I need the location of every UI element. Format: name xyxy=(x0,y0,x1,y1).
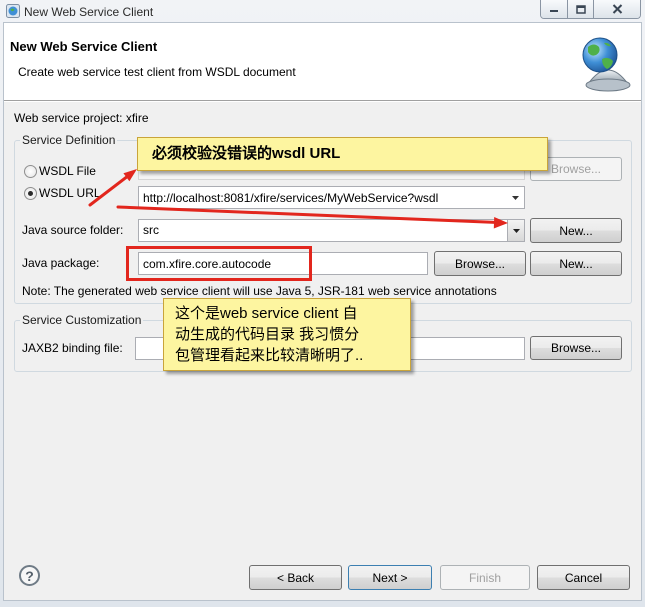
window-title: New Web Service Client xyxy=(24,5,154,19)
callout-line: 这个是web service client 自 xyxy=(175,305,358,322)
wsdl-url-radio[interactable]: WSDL URL xyxy=(24,186,124,202)
callout-line: 包管理看起来比较清晰明了.. xyxy=(175,347,364,364)
jaxb2-binding-file-label: JAXB2 binding file: xyxy=(22,341,123,355)
title-bar[interactable]: New Web Service Client xyxy=(0,0,645,22)
cancel-button[interactable]: Cancel xyxy=(537,565,630,590)
wsdl-file-radio-button[interactable] xyxy=(24,165,37,178)
wsdl-url-label: WSDL URL xyxy=(39,186,101,200)
java-source-folder-value: src xyxy=(143,223,159,237)
new-web-service-client-dialog: New Web Service Client New Web Service C… xyxy=(0,0,645,607)
java-package-label: Java package: xyxy=(22,256,100,270)
java-source-folder-label: Java source folder: xyxy=(22,223,124,237)
source-folder-new-button[interactable]: New... xyxy=(530,218,622,243)
minimize-button[interactable] xyxy=(541,0,568,18)
wsdl-url-combo[interactable] xyxy=(138,186,525,209)
java5-note: Note: The generated web service client w… xyxy=(22,284,497,298)
page-title: New Web Service Client xyxy=(10,39,158,54)
wsdl-url-callout: 必须校验没错误的wsdl URL xyxy=(137,137,548,171)
web-service-globe-icon xyxy=(576,34,632,94)
help-icon[interactable]: ? xyxy=(19,565,40,586)
button-bar: ? < Back Next > Finish Cancel xyxy=(0,560,645,595)
next-button[interactable]: Next > xyxy=(348,565,432,590)
wsdl-file-radio[interactable]: WSDL File xyxy=(24,164,124,180)
maximize-icon xyxy=(575,4,586,14)
java-package-new-button[interactable]: New... xyxy=(530,251,622,276)
java-source-folder-dropdown[interactable] xyxy=(507,220,524,241)
finish-button[interactable]: Finish xyxy=(440,565,530,590)
wsdl-url-dropdown[interactable] xyxy=(507,187,524,208)
service-customization-legend: Service Customization xyxy=(20,313,144,327)
java-package-browse-button[interactable]: Browse... xyxy=(434,251,526,276)
java-package-highlight-box xyxy=(126,246,312,281)
java-package-callout: 这个是web service client 自 动生成的代码目录 我习惯分 包管… xyxy=(163,298,411,371)
wsdl-file-label: WSDL File xyxy=(39,164,96,178)
web-service-project-label: Web service project: xfire xyxy=(14,111,149,125)
minimize-icon xyxy=(550,10,558,12)
callout-line: 动生成的代码目录 我习惯分 xyxy=(175,326,360,343)
back-button[interactable]: < Back xyxy=(249,565,342,590)
java-source-folder-combo[interactable]: src xyxy=(138,219,525,242)
jaxb2-binding-browse-button[interactable]: Browse... xyxy=(530,336,622,360)
maximize-button[interactable] xyxy=(568,0,594,18)
chevron-down-icon xyxy=(512,195,519,200)
app-window-icon xyxy=(6,4,20,18)
header-separator-highlight xyxy=(4,101,641,102)
wsdl-url-input[interactable] xyxy=(139,187,507,208)
chevron-down-icon xyxy=(512,228,520,233)
page-description: Create web service test client from WSDL… xyxy=(18,65,296,79)
close-button[interactable] xyxy=(594,0,640,18)
close-icon xyxy=(612,4,622,14)
wsdl-url-radio-button[interactable] xyxy=(24,187,37,200)
window-controls xyxy=(540,0,641,19)
service-definition-legend: Service Definition xyxy=(20,133,118,147)
wizard-header: New Web Service Client Create web servic… xyxy=(4,23,641,100)
